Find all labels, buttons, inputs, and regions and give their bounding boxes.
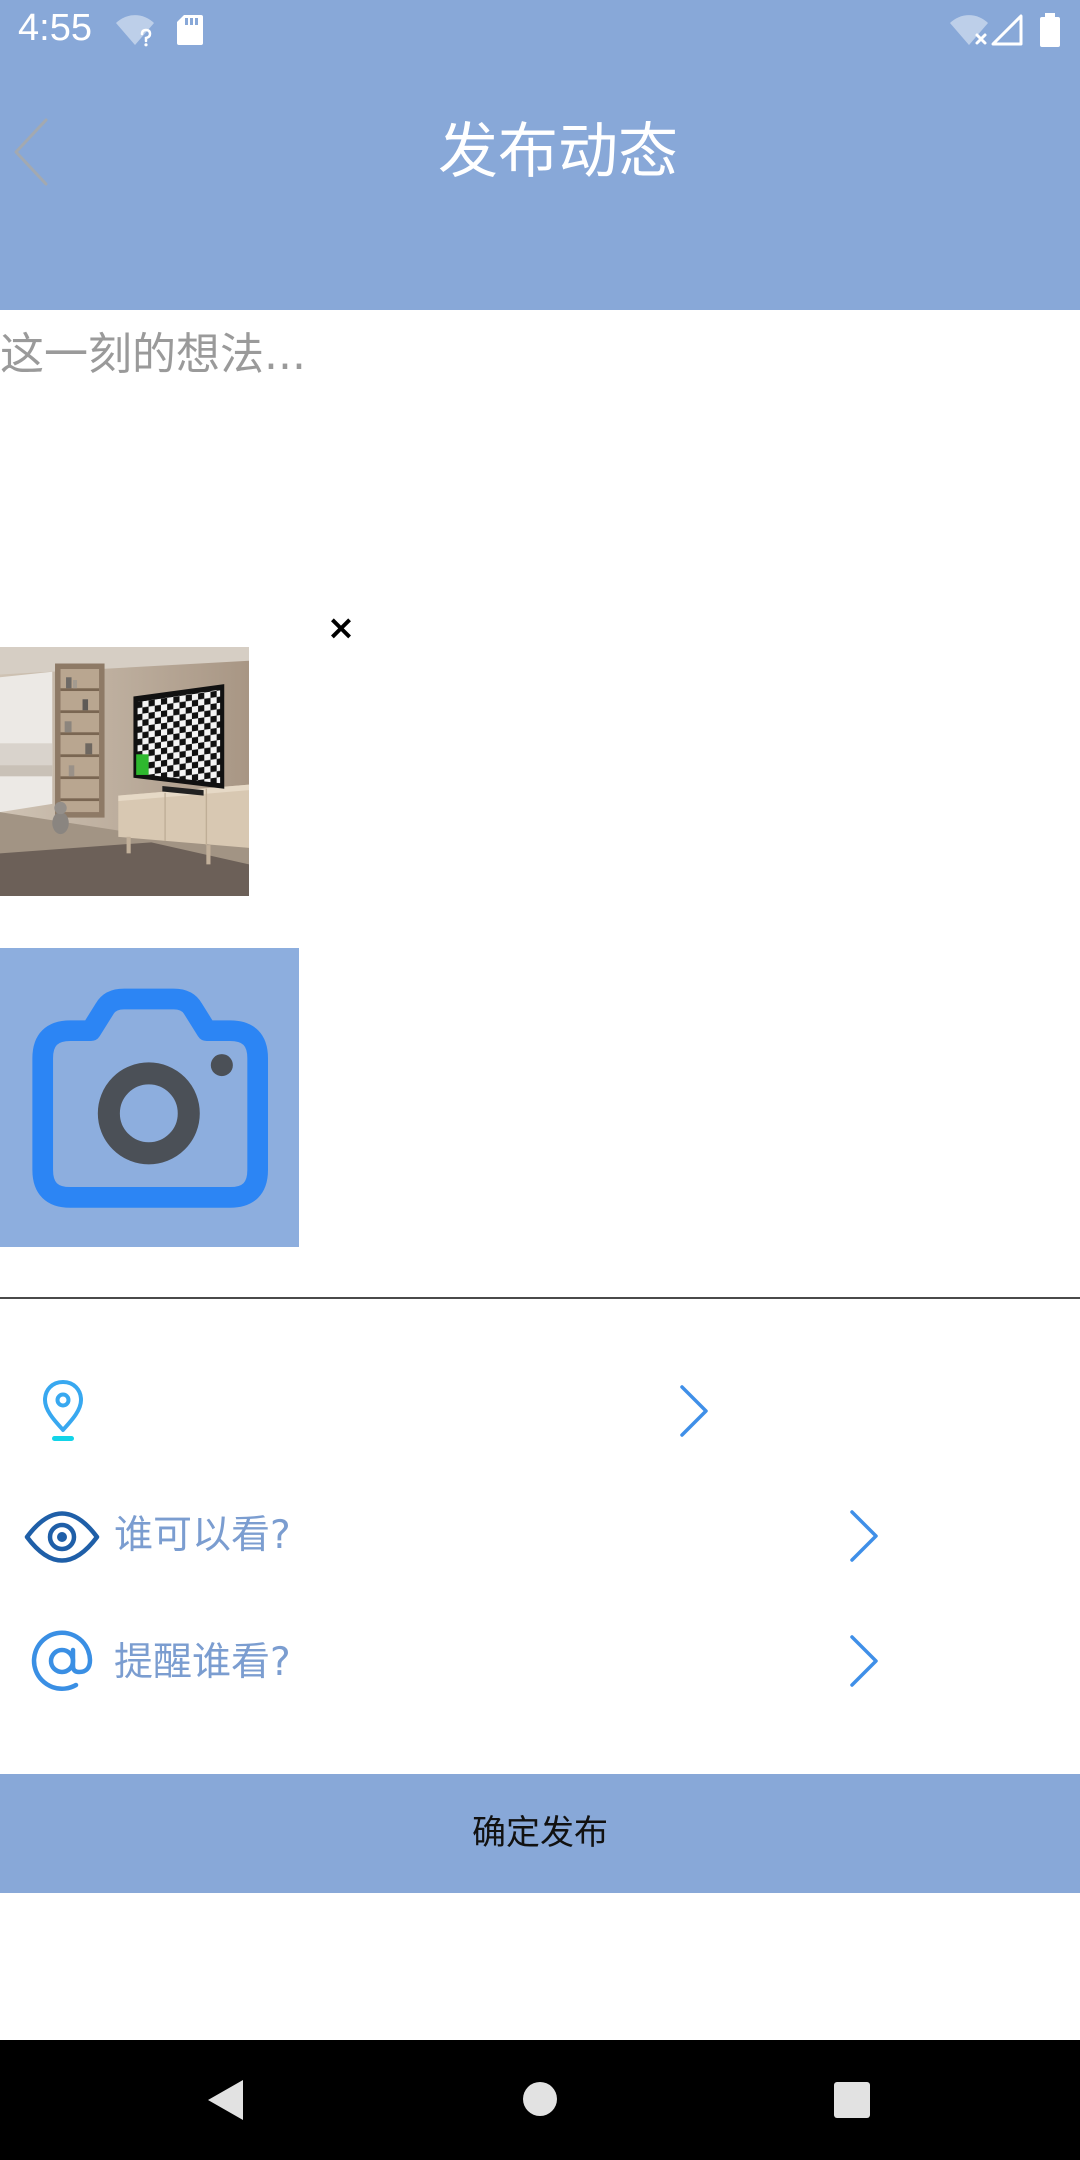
sd-card-icon [177, 15, 203, 45]
camera-icon [32, 988, 268, 1208]
mention-label: 提醒谁看? [114, 1640, 291, 1685]
remove-photo-button[interactable]: × [322, 606, 360, 650]
chevron-right-icon [680, 1385, 708, 1437]
post-text-input[interactable] [0, 326, 1080, 586]
add-photo-button[interactable] [0, 948, 299, 1247]
system-nav-bar [0, 2040, 1080, 2160]
publish-button-label: 确定发布 [472, 1813, 608, 1853]
back-triangle-icon[interactable] [205, 2078, 245, 2122]
publish-button[interactable]: 确定发布 [0, 1774, 1080, 1893]
location-row[interactable] [0, 1370, 1080, 1454]
visibility-label: 谁可以看? [114, 1513, 291, 1558]
chevron-right-icon [850, 1635, 878, 1687]
chevron-left-icon[interactable] [6, 114, 54, 190]
location-pin-icon [43, 1380, 83, 1441]
recents-square-icon[interactable] [834, 2082, 870, 2118]
section-divider [0, 1297, 1080, 1299]
app-header: 4:55 发布动态 [0, 0, 1080, 310]
wifi-unknown-icon [116, 15, 154, 47]
cell-signal-icon [991, 14, 1023, 46]
home-circle-icon[interactable] [523, 2082, 557, 2116]
battery-icon [1040, 13, 1060, 47]
attached-photo[interactable] [0, 647, 249, 896]
wifi-off-icon [950, 15, 988, 46]
page-title: 发布动态 [438, 117, 678, 187]
status-time: 4:55 [18, 7, 92, 49]
at-icon [31, 1630, 93, 1691]
chevron-right-icon [850, 1510, 878, 1562]
eye-icon [24, 1511, 100, 1563]
visibility-row[interactable]: 谁可以看? [0, 1496, 1080, 1576]
mention-row[interactable]: 提醒谁看? [0, 1622, 1080, 1702]
